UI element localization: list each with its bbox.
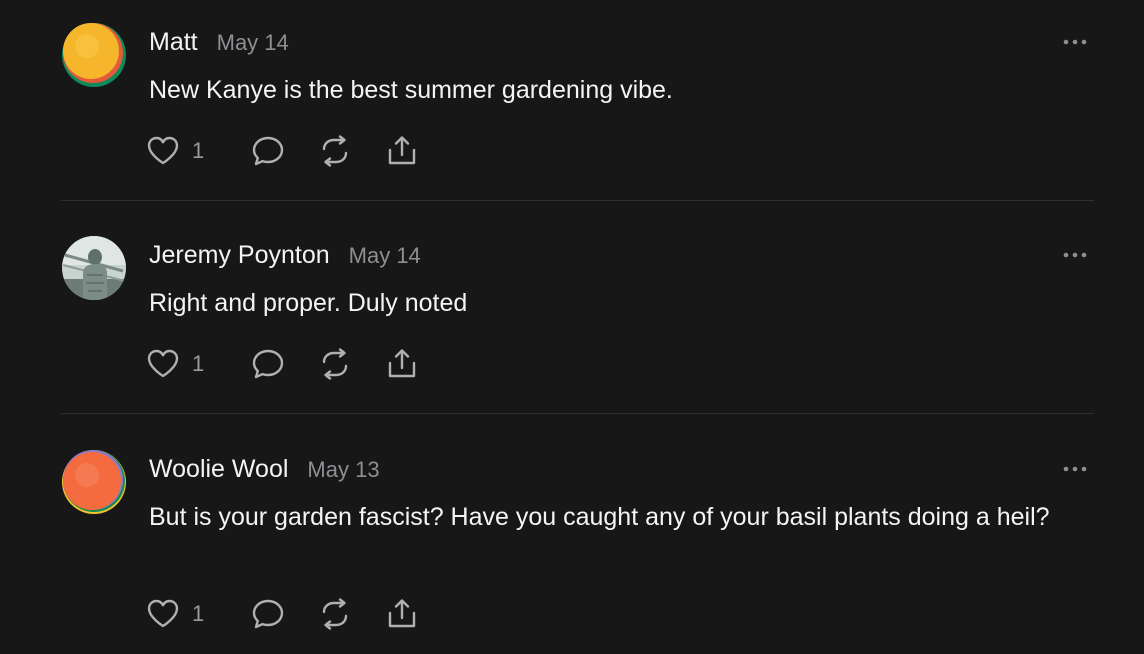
comment-header: Matt May 14	[149, 28, 289, 60]
like-button[interactable]: 1	[146, 347, 204, 381]
heart-icon	[147, 136, 179, 165]
share-button[interactable]	[384, 597, 420, 631]
reply-button[interactable]	[250, 347, 286, 381]
comment-bubble-icon	[252, 599, 284, 629]
restack-icon	[322, 598, 348, 630]
more-options-icon[interactable]	[1060, 459, 1090, 479]
divider	[61, 200, 1094, 201]
share-icon	[388, 349, 416, 378]
author-name[interactable]: Jeremy Poynton	[149, 241, 330, 270]
heart-icon	[147, 349, 179, 378]
like-count: 1	[192, 601, 205, 626]
more-options-icon[interactable]	[1060, 32, 1090, 52]
reply-button[interactable]	[250, 597, 286, 631]
author-name[interactable]: Woolie Wool	[149, 455, 288, 484]
more-options-icon[interactable]	[1060, 245, 1090, 265]
comment-date[interactable]: May 13	[307, 457, 379, 483]
heart-icon	[147, 599, 179, 628]
restack-icon	[322, 348, 348, 380]
restack-button[interactable]	[317, 347, 353, 381]
comment-text: Right and proper. Duly noted	[149, 289, 468, 317]
like-button[interactable]: 1	[146, 597, 204, 631]
comment-actions: 1	[146, 597, 446, 631]
avatar-image	[62, 23, 126, 87]
comment-actions: 1	[146, 134, 446, 168]
share-button[interactable]	[384, 134, 420, 168]
like-count: 1	[192, 351, 205, 376]
comment-header: Jeremy Poynton May 14	[149, 241, 421, 273]
restack-button[interactable]	[317, 134, 353, 168]
comment-date[interactable]: May 14	[349, 243, 421, 269]
restack-icon	[322, 135, 348, 167]
share-button[interactable]	[384, 347, 420, 381]
avatar[interactable]	[61, 235, 127, 301]
avatar[interactable]	[61, 449, 127, 515]
share-icon	[388, 136, 416, 165]
restack-button[interactable]	[317, 597, 353, 631]
comment-bubble-icon	[252, 136, 284, 166]
like-button[interactable]: 1	[146, 134, 204, 168]
reply-button[interactable]	[250, 134, 286, 168]
comment-text: New Kanye is the best summer gardening v…	[149, 76, 673, 104]
comment-text: But is your garden fascist? Have you cau…	[149, 503, 1050, 531]
avatar[interactable]	[61, 22, 127, 88]
comment-header: Woolie Wool May 13	[149, 455, 380, 487]
avatar-image	[62, 236, 126, 300]
like-count: 1	[192, 138, 205, 163]
share-icon	[388, 599, 416, 628]
author-name[interactable]: Matt	[149, 28, 198, 57]
avatar-image	[62, 450, 126, 514]
comment-feed: Matt May 14 New Kanye is the best summer…	[0, 0, 1144, 654]
comment-actions: 1	[146, 347, 446, 381]
comment-bubble-icon	[252, 349, 284, 379]
comment-date[interactable]: May 14	[217, 30, 289, 56]
divider	[61, 413, 1094, 414]
